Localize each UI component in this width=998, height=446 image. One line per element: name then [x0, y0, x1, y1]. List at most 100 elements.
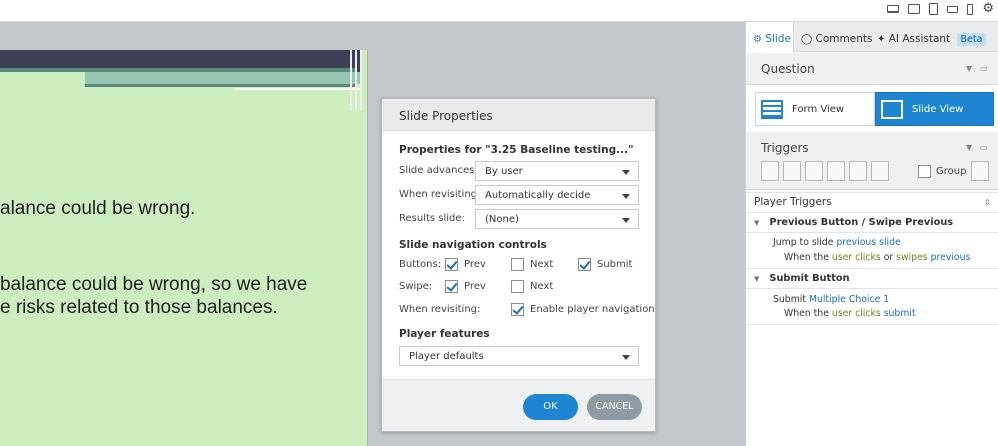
laptop-icon[interactable] [887, 5, 900, 13]
move-trigger-icon[interactable] [871, 161, 889, 181]
collapse-icon[interactable]: ▼ [966, 143, 972, 152]
revisiting-label: When revisiting: [399, 304, 481, 315]
top-toolbar: ⚙ [0, 0, 998, 22]
player-features-select[interactable]: Player defaults [399, 346, 639, 366]
header-accent-line-2 [85, 84, 355, 87]
phone-landscape-icon[interactable] [947, 5, 959, 13]
condition-target[interactable]: submit [881, 308, 916, 319]
divider [746, 212, 998, 213]
group-title: Submit Button [769, 273, 850, 284]
buttons-next-checkbox[interactable] [511, 258, 524, 271]
trigger-condition[interactable]: When the user clicks or swipes previous [784, 252, 970, 263]
comment-icon: ◯ [801, 34, 813, 45]
chevron-down-icon [622, 218, 630, 223]
divider [746, 232, 998, 233]
condition-actor[interactable]: user [832, 308, 852, 319]
tablet-portrait-icon[interactable] [929, 3, 939, 15]
copy-trigger-icon[interactable] [805, 161, 823, 181]
buttons-submit-checkbox[interactable] [578, 258, 591, 271]
slide-advances-select[interactable]: By user [475, 161, 639, 181]
when-revisiting-select[interactable]: Automatically decide [475, 185, 639, 205]
action-link[interactable]: previous slide [836, 237, 900, 248]
slide-gear-icon: ⚙ [753, 34, 762, 45]
select-value: Automatically decide [485, 190, 591, 201]
dialog-footer: OK CANCEL [382, 379, 655, 431]
swipe-next-checkbox[interactable] [511, 280, 524, 293]
player-triggers-heading: Player Triggers [754, 196, 832, 208]
chevron-down-icon [622, 355, 630, 360]
condition-verb[interactable]: clicks [852, 308, 881, 319]
divider [746, 324, 998, 325]
chevron-down-icon [622, 170, 630, 175]
trigger-group-title[interactable]: ▼ Submit Button [754, 273, 850, 284]
slide-advances-label: Slide advances: [399, 165, 478, 176]
condition-text: or [880, 252, 897, 263]
select-value: Player defaults [409, 351, 484, 362]
delete-trigger-icon[interactable] [849, 161, 867, 181]
collapse-icon[interactable]: ▼ [754, 275, 759, 283]
trigger-condition[interactable]: When the user clicks submit [784, 308, 916, 319]
group-title: Previous Button / Swipe Previous [769, 217, 954, 228]
pin-icon[interactable]: ▭ [980, 143, 988, 152]
phone-portrait-icon[interactable] [967, 3, 974, 15]
results-slide-select[interactable]: (None) [475, 209, 639, 229]
next-label: Next [530, 259, 554, 270]
tablet-landscape-icon[interactable] [908, 4, 921, 14]
slide-edge-stripe [350, 50, 352, 110]
tab-ai-assistant[interactable]: ✦ AI Assistant Beta [877, 22, 987, 52]
properties-for-heading: Properties for "3.25 Baseline testing...… [399, 144, 634, 156]
next-label: Next [530, 281, 554, 292]
header-accent-block [85, 72, 360, 84]
prev-label: Prev [464, 281, 486, 292]
sparkle-icon: ✦ [877, 34, 886, 45]
dialog-title: Slide Properties [382, 99, 655, 131]
trigger-action[interactable]: Submit Multiple Choice 1 [773, 294, 889, 305]
chevron-down-icon [622, 194, 630, 199]
gear-icon[interactable]: ⚙ [982, 2, 994, 15]
buttons-label: Buttons: [399, 259, 442, 270]
pin-icon[interactable]: ▭ [980, 64, 988, 73]
cancel-button[interactable]: CANCEL [587, 394, 642, 420]
properties-panel: ⚙ Slide ◯ Comments ✦ AI Assistant Beta Q… [745, 22, 998, 446]
slide-text-line: balance could be wrong, so we have [0, 274, 308, 295]
edit-trigger-icon[interactable] [783, 161, 801, 181]
tab-slide[interactable]: ⚙ Slide [746, 22, 794, 53]
form-view-button[interactable]: Form View [755, 92, 875, 126]
triggers-heading: Triggers [761, 141, 809, 155]
device-preview-group: ⚙ [887, 2, 994, 15]
expand-icon[interactable]: ⇕ [984, 198, 991, 207]
ok-button[interactable]: OK [523, 394, 578, 420]
results-slide-label: Results slide: [399, 213, 465, 224]
slide-preview[interactable]: alance could be wrong. balance could be … [0, 50, 368, 446]
slide-text-line: e risks related to those balances. [0, 297, 278, 318]
select-value: By user [485, 166, 523, 177]
form-view-label: Form View [792, 104, 845, 115]
enable-player-nav-label: Enable player navigation [530, 304, 655, 315]
enable-player-nav-checkbox[interactable] [511, 303, 524, 316]
condition-verb[interactable]: clicks [852, 252, 881, 263]
collapse-icon[interactable]: ▼ [754, 219, 759, 227]
tab-comments[interactable]: ◯ Comments [801, 22, 872, 52]
slide-view-button[interactable]: Slide View [875, 92, 994, 126]
slide-properties-dialog: Slide Properties Properties for "3.25 Ba… [381, 98, 656, 432]
buttons-prev-checkbox[interactable] [445, 258, 458, 271]
action-link[interactable]: Multiple Choice 1 [809, 294, 889, 305]
swipe-prev-checkbox[interactable] [445, 280, 458, 293]
question-section-header: Question ▼ ▭ [746, 53, 998, 85]
paste-trigger-icon[interactable] [827, 161, 845, 181]
group-checkbox[interactable] [918, 165, 931, 178]
divider [746, 288, 998, 289]
condition-actor[interactable]: user [832, 252, 852, 263]
trigger-group-title[interactable]: ▼ Previous Button / Swipe Previous [754, 217, 953, 228]
condition-text: When the [784, 308, 832, 319]
collapse-icon[interactable]: ▼ [966, 64, 972, 73]
slide-edge-stripe [355, 50, 357, 110]
nav-controls-heading: Slide navigation controls [399, 239, 547, 251]
condition-verb[interactable]: swipes [896, 252, 928, 263]
trigger-action[interactable]: Jump to slide previous slide [773, 237, 901, 248]
divider [746, 268, 998, 269]
new-trigger-icon[interactable] [761, 161, 779, 181]
condition-target[interactable]: previous [928, 252, 971, 263]
slide-text-line: alance could be wrong. [0, 198, 196, 219]
trigger-view-icon[interactable] [971, 161, 989, 181]
